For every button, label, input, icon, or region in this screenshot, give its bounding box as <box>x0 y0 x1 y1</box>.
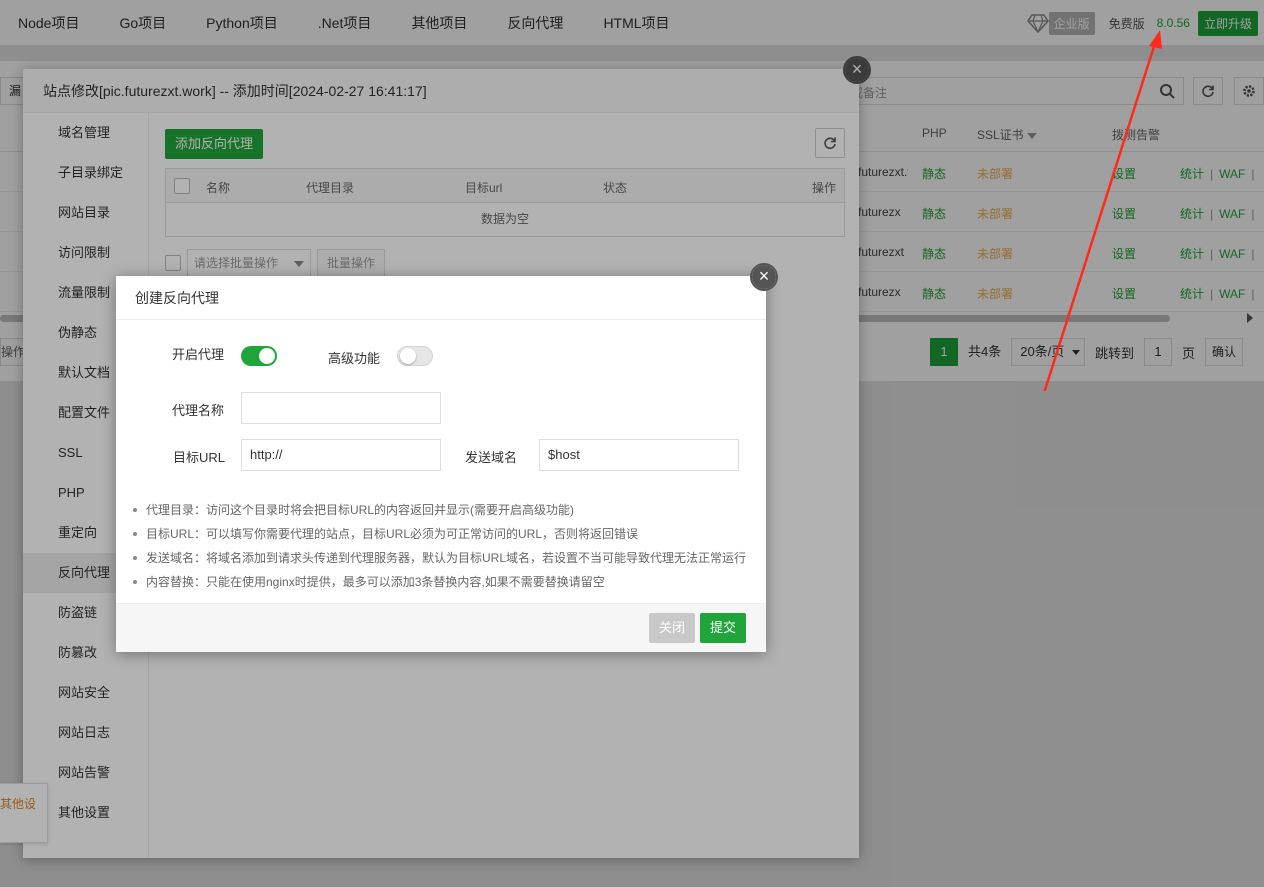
create-proxy-modal: 创建反向代理 开启代理 高级功能 代理名称 目标URL http:// 发送域名… <box>116 276 766 652</box>
enable-proxy-toggle[interactable] <box>241 346 277 366</box>
proxy-modal-footer: 关闭 提交 <box>116 603 766 652</box>
note-item: 发送域名：将域名添加到请求头传递到代理服务器，默认为目标URL域名，若设置不当可… <box>133 546 753 570</box>
help-notes: 代理目录：访问这个目录时将会把目标URL的内容返回并显示(需要开启高级功能) 目… <box>133 498 753 594</box>
note-item: 内容替换：只能在使用nginx时提供，最多可以添加3条替换内容,如果不需要替换请… <box>133 570 753 594</box>
advanced-toggle[interactable] <box>397 346 433 366</box>
enable-proxy-label: 开启代理 <box>172 347 225 362</box>
close-icon: × <box>752 265 776 289</box>
proxy-name-input[interactable] <box>241 392 441 424</box>
target-url-label: 目标URL <box>173 450 226 465</box>
close-button[interactable]: 关闭 <box>649 613 696 643</box>
send-domain-input[interactable]: $host <box>539 439 739 471</box>
proxy-name-label: 代理名称 <box>172 403 225 418</box>
proxy-modal-title: 创建反向代理 <box>116 276 766 320</box>
proxy-modal-close-button[interactable]: × <box>750 263 778 291</box>
note-item: 目标URL：可以填写你需要代理的站点，目标URL必须为可正常访问的URL，否则将… <box>133 522 753 546</box>
advanced-label: 高级功能 <box>328 351 381 366</box>
send-domain-label: 发送域名 <box>465 450 518 465</box>
note-item: 代理目录：访问这个目录时将会把目标URL的内容返回并显示(需要开启高级功能) <box>133 498 753 522</box>
target-url-input[interactable]: http:// <box>241 439 441 471</box>
submit-button[interactable]: 提交 <box>700 613 747 643</box>
